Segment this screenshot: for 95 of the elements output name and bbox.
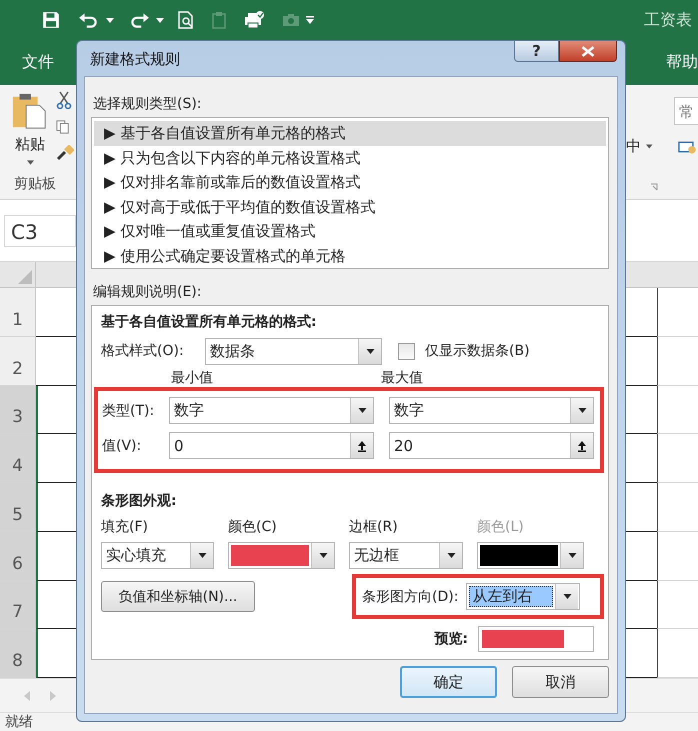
scissors-icon[interactable] [56,91,72,109]
min-value-field[interactable]: 0 [169,432,374,459]
max-value-field[interactable]: 20 [389,432,594,459]
range-picker-button[interactable] [350,433,373,458]
dropdown-button[interactable] [439,543,462,568]
section-label: 编辑规则说明(E): [93,283,202,301]
rule-type-item[interactable]: ▶ 只为包含以下内容的单元格设置格式 [94,146,606,170]
close-button[interactable] [559,41,617,62]
row-header[interactable]: 2 [0,336,36,386]
field-label: 边框(R) [349,519,399,536]
caret-icon [318,553,328,558]
dropdown-button[interactable] [350,398,373,423]
status-text: 就绪 [5,713,33,731]
merge-center-label[interactable]: 中 [626,137,641,156]
field-label: 值(V): [102,436,142,454]
caret-icon [578,408,586,413]
print-preview-icon[interactable] [178,11,194,29]
preview-label: 预览: [434,630,468,648]
checkbox-label[interactable]: 仅显示数据条(B) [425,342,530,360]
row-header[interactable]: 3 [0,386,36,434]
section-heading: 条形图外观: [101,492,178,510]
grid-cell[interactable] [657,288,698,337]
grid-cell[interactable] [657,580,698,630]
help-button[interactable]: ? [514,41,559,62]
rule-heading: 基于各自值设置所有单元格的格式: [101,313,318,331]
caret-icon [446,553,456,558]
checkbox[interactable] [398,342,415,360]
upload-arrow-icon [357,440,367,452]
max-type-dropdown[interactable]: 数字 [389,397,594,424]
rule-type-item[interactable]: ▶ 基于各自值设置所有单元格的格式 [94,121,606,146]
caret-icon[interactable] [26,160,34,165]
min-type-dropdown[interactable]: 数字 [169,397,374,424]
negative-value-axis-button[interactable]: 负值和坐标轴(N)... [101,581,255,612]
row-header[interactable]: 6 [0,532,36,580]
field-label: 格式样式(O): [101,342,185,360]
customize-caret-icon[interactable] [306,16,314,24]
color-picker[interactable] [228,542,335,569]
row-header[interactable]: 5 [0,483,36,532]
paste-label[interactable]: 粘贴 [15,135,45,154]
upload-arrow-icon [577,440,587,452]
brush-icon[interactable] [56,145,74,161]
dropdown-button[interactable] [555,584,578,609]
clipboard-icon[interactable] [212,11,226,29]
row-header[interactable]: 4 [0,434,36,483]
caret-icon[interactable] [156,18,164,22]
fill-dropdown[interactable]: 实心填充 [101,542,214,569]
rule-type-item[interactable]: ▶ 仅对唯一值或重复值设置格式 [94,219,606,244]
dropdown-button[interactable] [570,398,593,423]
menu-tab[interactable]: 文件 [22,52,54,73]
ok-button[interactable]: 确定 [400,666,497,698]
column-heading: 最小值 [171,369,213,387]
column-heading: 最大值 [381,369,423,387]
caret-icon [568,553,576,558]
menu-tab[interactable]: 帮助 [666,52,698,73]
dialog-title: 新建格式规则 [90,50,180,69]
grid-cell[interactable] [657,434,698,483]
grid-cell[interactable] [657,483,698,532]
section-label: 选择规则类型(S): [93,95,203,113]
dialog-launcher-icon[interactable] [650,183,658,191]
caret-icon [366,348,374,354]
rule-type-item[interactable]: ▶ 使用公式确定要设置格式的单元格 [94,244,606,268]
printer-icon[interactable] [244,11,264,29]
grid-cell[interactable] [657,532,698,580]
copy-icon[interactable] [56,119,70,135]
field-label: 颜色(C) [228,519,278,536]
border-dropdown[interactable]: 无边框 [349,542,463,569]
document-title: 工资表 [644,10,692,30]
dropdown-button[interactable] [311,543,334,568]
caret-icon[interactable] [646,144,653,149]
caret-icon[interactable] [106,18,114,22]
field-label: 条形图方向(D): [362,588,458,606]
caret-icon [198,553,206,558]
name-box[interactable]: C3 [4,214,76,246]
close-icon [581,46,595,56]
row-header[interactable]: 1 [0,288,36,337]
cancel-button[interactable]: 取消 [512,666,609,698]
caret-icon [562,594,572,599]
group-label: 剪贴板 [14,175,56,193]
row-header[interactable]: 8 [0,629,36,678]
range-picker-button[interactable] [570,433,593,458]
row-header[interactable]: 7 [0,580,36,630]
grid-cell[interactable] [657,386,698,434]
field-label: 颜色(L) [477,519,525,536]
rule-type-item[interactable]: ▶ 仅对排名靠前或靠后的数值设置格式 [94,170,606,194]
field-label: 类型(T): [102,402,156,420]
dropdown-button[interactable] [358,338,381,364]
caret-icon [358,408,366,413]
field-label: 填充(F) [101,519,149,536]
grid-cell[interactable] [657,336,698,386]
bar-direction-dropdown[interactable]: 从左到右 [466,583,580,610]
format-style-dropdown[interactable]: 数据条 [205,338,382,364]
dropdown-button[interactable] [190,543,213,568]
save-icon[interactable] [42,11,60,29]
rule-type-item[interactable]: ▶ 仅对高于或低于平均值的数值设置格式 [94,194,606,219]
number-format-dropdown[interactable]: 常 [674,97,698,125]
